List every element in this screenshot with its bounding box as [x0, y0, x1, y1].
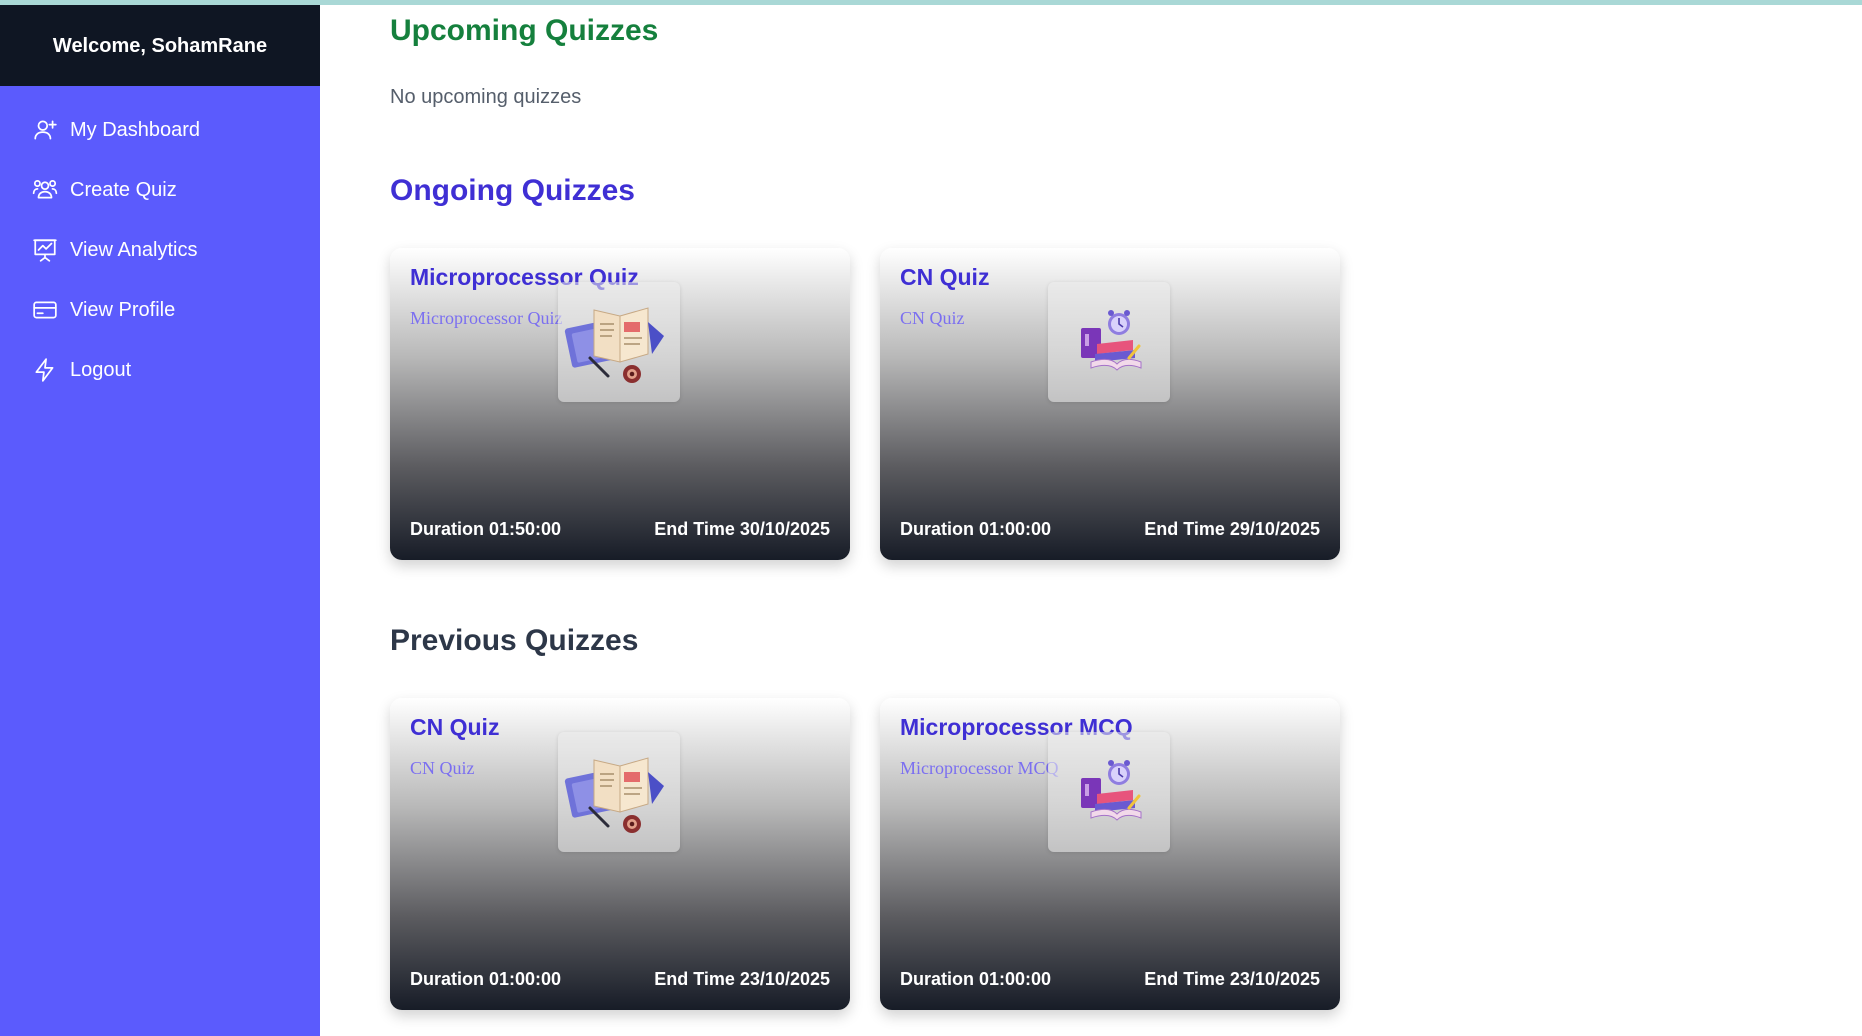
quiz-title: CN Quiz	[410, 714, 500, 740]
previous-quizzes-title: Previous Quizzes	[390, 624, 639, 657]
quiz-subtitle: CN Quiz	[900, 308, 965, 328]
quiz-end-time: End Time 29/10/2025	[1144, 519, 1320, 539]
sidebar-item-label: View Analytics	[70, 238, 198, 261]
quiz-card[interactable]: CN Quiz CN Quiz Duration 01:00:00 End Ti…	[390, 698, 850, 1010]
sidebar-item-label: Logout	[70, 358, 132, 381]
main-content: Upcoming Quizzes No upcoming quizzes Ong…	[390, 0, 1830, 1036]
users-icon	[32, 177, 58, 203]
sidebar-item-logout[interactable]: Logout	[0, 340, 320, 400]
quiz-card[interactable]: CN Quiz CN Quiz Duration 01:00:00 End Ti…	[880, 248, 1340, 560]
open-book-illustration	[558, 282, 680, 402]
quiz-card[interactable]: Microprocessor MCQ Microprocessor MCQ Du…	[880, 698, 1340, 1010]
user-plus-icon	[32, 117, 58, 143]
books-clock-illustration	[1048, 282, 1170, 402]
sidebar-item-label: Create Quiz	[70, 178, 177, 201]
books-clock-illustration	[1048, 732, 1170, 852]
quiz-end-time: End Time 23/10/2025	[1144, 969, 1320, 989]
credit-card-icon	[32, 297, 58, 323]
sidebar-item-view-analytics[interactable]: View Analytics	[0, 220, 320, 280]
quiz-duration: Duration 01:00:00	[900, 969, 1052, 989]
quiz-end-time: End Time 23/10/2025	[654, 969, 830, 989]
quiz-card[interactable]: Microprocessor Quiz Microprocessor Quiz …	[390, 248, 850, 560]
quiz-duration: Duration 01:00:00	[410, 969, 562, 989]
top-border	[0, 0, 1862, 5]
quiz-duration: Duration 01:50:00	[410, 519, 562, 539]
quiz-duration: Duration 01:00:00	[900, 519, 1052, 539]
quiz-subtitle: Microprocessor MCQ	[900, 758, 1059, 778]
ongoing-quizzes-title: Ongoing Quizzes	[390, 174, 635, 207]
upcoming-quizzes-title: Upcoming Quizzes	[390, 14, 659, 47]
no-upcoming-message: No upcoming quizzes	[390, 86, 582, 108]
welcome-header: Welcome, SohamRane	[0, 0, 320, 86]
sidebar-item-my-dashboard[interactable]: My Dashboard	[0, 100, 320, 160]
sidebar-item-view-profile[interactable]: View Profile	[0, 280, 320, 340]
sidebar-item-create-quiz[interactable]: Create Quiz	[0, 160, 320, 220]
quiz-subtitle: Microprocessor Quiz	[410, 308, 563, 328]
presentation-chart-icon	[32, 237, 58, 263]
sidebar-nav: My Dashboard Create Quiz View Analytics …	[0, 86, 320, 400]
quiz-end-time: End Time 30/10/2025	[654, 519, 830, 539]
sidebar-item-label: View Profile	[70, 298, 176, 321]
quiz-title: CN Quiz	[900, 264, 990, 290]
sidebar-item-label: My Dashboard	[70, 118, 201, 141]
open-book-illustration	[558, 732, 680, 852]
bolt-icon	[32, 357, 58, 383]
sidebar: Welcome, SohamRane My Dashboard Create Q…	[0, 0, 320, 1036]
quiz-subtitle: CN Quiz	[410, 758, 475, 778]
